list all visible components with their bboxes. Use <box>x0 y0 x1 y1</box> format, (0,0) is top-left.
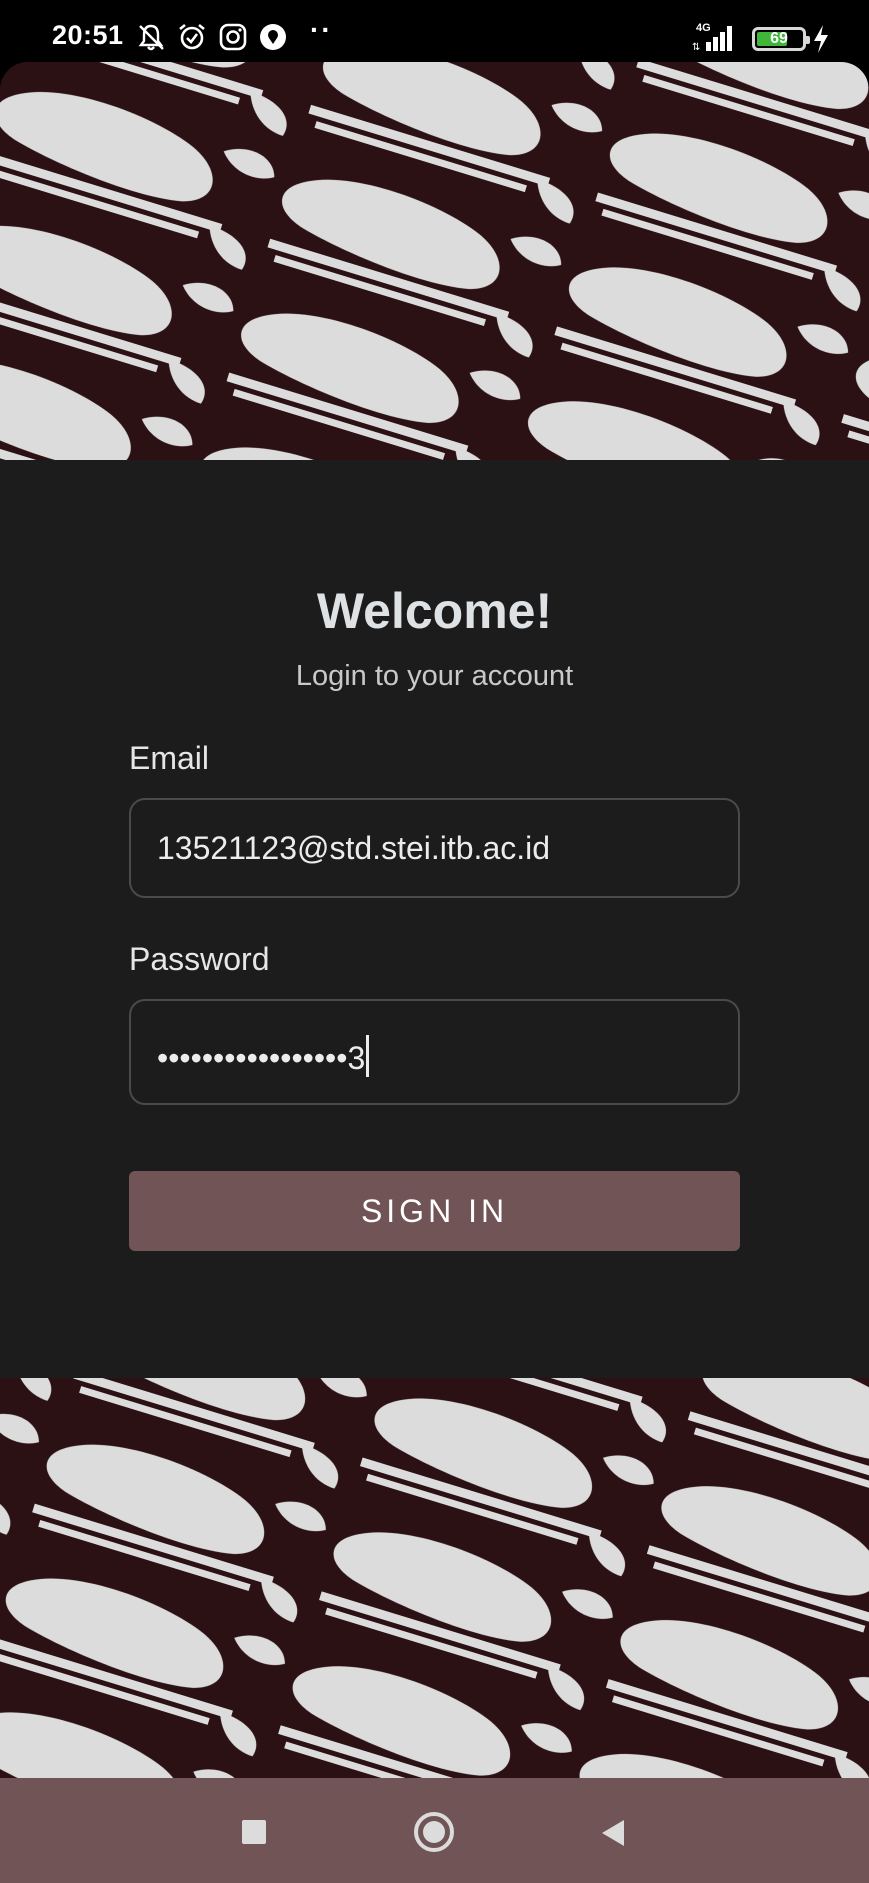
home-circle-icon[interactable] <box>414 1812 454 1852</box>
instagram-icon <box>219 23 247 51</box>
password-label: Password <box>129 941 270 977</box>
password-masked-text: •••••••••••••••••3 <box>157 1040 366 1076</box>
alarm-icon <box>179 23 205 50</box>
login-card: Welcome! Login to your account Email 135… <box>0 460 869 1378</box>
status-time: 20:51 <box>52 20 124 50</box>
batik-pattern <box>0 1378 869 1778</box>
more-dots-icon: ·· <box>310 14 333 45</box>
charging-icon <box>814 25 828 53</box>
email-field-value: 13521123@std.stei.itb.ac.id <box>157 830 551 866</box>
recents-square-icon[interactable] <box>242 1820 266 1844</box>
welcome-title: Welcome! <box>316 583 553 639</box>
password-field-value: •••••••••••••••••3 <box>157 1035 370 1077</box>
welcome-subtitle: Login to your account <box>295 660 574 692</box>
batik-background-bottom <box>0 1378 869 1778</box>
text-caret <box>366 1035 370 1077</box>
home-circle-inner <box>423 1821 445 1843</box>
battery-nub <box>806 36 810 44</box>
batik-background-top <box>0 62 869 460</box>
batik-pattern <box>0 62 869 460</box>
svg-text:⇅: ⇅ <box>692 42 700 52</box>
login-screen: 20:51 ·· 4G ⇅ 69 Welcome! Login to your … <box>0 0 869 1883</box>
status-bar: 20:51 ·· 4G ⇅ 69 <box>0 0 869 62</box>
navigation-bar <box>0 1778 869 1883</box>
signal-icon: ⇅ <box>692 26 732 52</box>
sign-in-button[interactable]: SIGN IN <box>129 1171 740 1251</box>
mute-notification-icon <box>138 24 164 51</box>
email-field[interactable]: 13521123@std.stei.itb.ac.id <box>129 798 740 898</box>
gps-app-icon <box>260 24 286 50</box>
battery-level: 69 <box>770 30 788 47</box>
password-field[interactable]: •••••••••••••••••3 <box>129 999 740 1105</box>
email-label: Email <box>129 740 210 776</box>
battery-icon: 69 <box>752 27 810 51</box>
back-triangle-icon[interactable] <box>598 1818 628 1848</box>
